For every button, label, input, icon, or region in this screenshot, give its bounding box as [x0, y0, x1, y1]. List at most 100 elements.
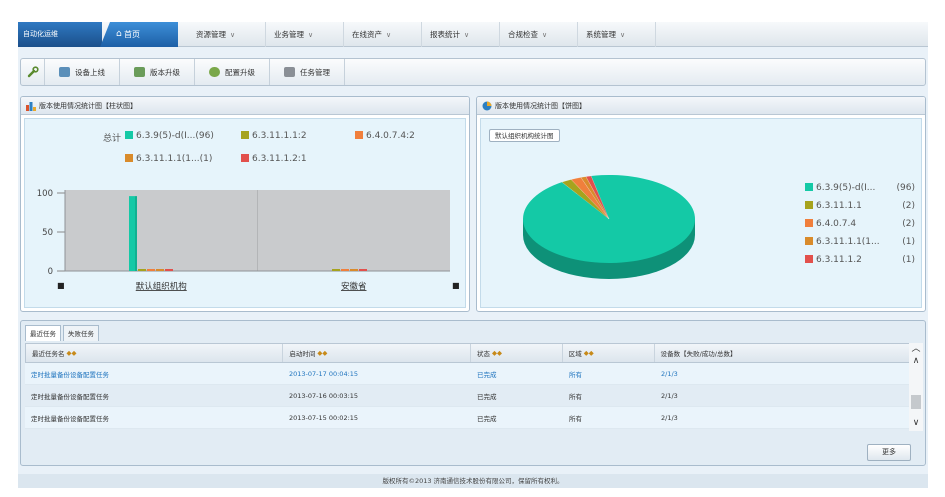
org-chart-button[interactable]: 默认组织机构统计图 — [489, 129, 560, 142]
task-management-button[interactable]: 任务管理 — [270, 59, 345, 85]
wrench-icon — [27, 66, 39, 78]
tab-recent-tasks[interactable]: 最近任务 — [25, 325, 61, 341]
bar-panel-header: 版本使用情况统计图【柱状图】 — [21, 97, 469, 115]
bar[interactable] — [332, 269, 340, 271]
scroll-thumb[interactable] — [911, 395, 921, 409]
pie-legend-item[interactable]: 6.3.11.1.1(1... (1) — [805, 237, 915, 255]
chevron-down-icon: ∨ — [308, 31, 314, 39]
task-device-count: 2/1/3 — [661, 369, 678, 378]
scroll-top-icon[interactable]: ︿ — [909, 343, 923, 355]
legend-count: (96) — [896, 183, 915, 193]
legend-item[interactable]: 6.3.11.1.2:1 — [241, 154, 307, 164]
top-navigation: 自动化运维 ⌂ 首页 资源管理 ∨ 业务管理 ∨ 在线资产 ∨ 报表统计 ∨ 合规检查 ∨… — [18, 22, 928, 47]
table-row[interactable]: 定时批量备份设备配置任务 2013-07-17 00:04:15 已完成 所有 … — [25, 363, 913, 385]
pie-legend-item[interactable]: 6.3.11.1.1 (2) — [805, 201, 915, 219]
menu-system[interactable]: 系统管理 ∨ — [578, 22, 656, 47]
menu-label: 资源管理 — [196, 30, 226, 39]
menu-compliance[interactable]: 合规检查 ∨ — [500, 22, 578, 47]
pie-legend-item[interactable]: 6.3.11.1.2 (1) — [805, 255, 915, 273]
pie-legend-item[interactable]: 6.3.9(5)-d(I... (96) — [805, 183, 915, 201]
menu-label: 业务管理 — [274, 30, 304, 39]
pie-chart-icon — [482, 101, 492, 111]
chart-nav-left[interactable]: ■ — [57, 281, 65, 290]
x-category-label[interactable]: 默认组织机构 — [136, 281, 187, 292]
tools-button[interactable] — [21, 59, 45, 85]
x-category-label[interactable]: 安徽省 — [341, 281, 367, 292]
task-time: 2013-07-15 00:02:15 — [289, 413, 359, 422]
button-label: 设备上线 — [75, 67, 105, 77]
button-label: 版本升级 — [150, 67, 180, 77]
legend-label: 6.3.11.1.1(1... — [816, 237, 880, 247]
task-time: 2013-07-17 00:04:15 — [289, 369, 359, 378]
menu-label: 报表统计 — [430, 30, 460, 39]
task-region: 所有 — [569, 414, 582, 423]
sort-icon: ◆◆ — [317, 349, 328, 357]
tasks-panel: 最近任务 失败任务 最近任务名 ◆◆ 启动时间 ◆◆ 状态 ◆◆ 区域 ◆◆ 设备数【失… — [20, 320, 926, 466]
more-button[interactable]: 更多 — [867, 444, 911, 461]
bar[interactable] — [156, 269, 164, 271]
bar-chart-panel: 版本使用情况统计图【柱状图】 总计 6.3.9(5)-d(I...(96) 6.… — [20, 96, 470, 312]
menu-online-assets[interactable]: 在线资产 ∨ — [344, 22, 422, 47]
y-tick-label: 50 — [42, 228, 53, 238]
bar[interactable] — [165, 269, 173, 271]
column-header-name[interactable]: 最近任务名 ◆◆ — [26, 344, 284, 362]
legend-item[interactable]: 6.4.0.7.4:2 — [355, 131, 415, 141]
legend-count: (2) — [902, 219, 915, 229]
bar[interactable] — [147, 269, 155, 271]
legend-swatch — [805, 255, 813, 263]
upgrade-icon — [134, 67, 145, 77]
task-status: 已完成 — [477, 370, 497, 379]
legend-label: 6.3.11.1.2 — [816, 255, 862, 265]
bar[interactable] — [350, 269, 358, 271]
legend-item[interactable]: 6.3.9(5)-d(I...(96) — [125, 131, 214, 141]
config-upgrade-button[interactable]: 配置升级 — [195, 59, 270, 85]
task-name-link[interactable]: 定时批量备份设备配置任务 — [25, 363, 283, 384]
menu-reports[interactable]: 报表统计 ∨ — [422, 22, 500, 47]
column-header-time[interactable]: 启动时间 ◆◆ — [283, 344, 471, 362]
table-scrollbar[interactable]: ︿ ∧ ∨ — [909, 343, 923, 431]
bar[interactable] — [359, 269, 367, 271]
legend-item[interactable]: 6.3.11.1.1(1...(1) — [125, 154, 212, 164]
legend-swatch — [805, 183, 813, 191]
bar-panel-body: 总计 6.3.9(5)-d(I...(96) 6.3.11.1.1:2 6.4.… — [24, 118, 466, 308]
menu-label: 合规检查 — [508, 30, 538, 39]
pie-legend-item[interactable]: 6.4.0.7.4 (2) — [805, 219, 915, 237]
chart-nav-right[interactable]: ■ — [452, 281, 460, 290]
tab-home[interactable]: ⌂ 首页 — [100, 22, 178, 47]
sort-icon: ◆◆ — [583, 349, 594, 357]
task-icon — [284, 67, 295, 77]
menu-resource[interactable]: 资源管理 ∨ — [188, 22, 266, 47]
task-name-link[interactable]: 定时批量备份设备配置任务 — [25, 385, 283, 406]
version-upgrade-button[interactable]: 版本升级 — [120, 59, 195, 85]
task-region: 所有 — [569, 392, 582, 401]
bar[interactable] — [341, 269, 349, 271]
scroll-up-icon[interactable]: ∧ — [909, 355, 923, 367]
legend-total-label: 总计 — [103, 134, 122, 144]
tab-failed-tasks[interactable]: 失败任务 — [63, 325, 99, 341]
chevron-down-icon: ∨ — [464, 31, 470, 39]
column-header-status[interactable]: 状态 ◆◆ — [471, 344, 563, 362]
bar-panel-title: 版本使用情况统计图【柱状图】 — [39, 102, 137, 110]
table-row[interactable]: 定时批量备份设备配置任务 2013-07-16 00:03:15 已完成 所有 … — [25, 385, 913, 407]
scroll-down-icon[interactable]: ∨ — [909, 417, 923, 429]
cloud-icon — [209, 67, 220, 77]
legend-label: 6.4.0.7.4 — [816, 219, 857, 229]
bar[interactable] — [138, 269, 146, 271]
column-header-region[interactable]: 区域 ◆◆ — [563, 344, 655, 362]
legend-swatch — [125, 154, 133, 162]
legend-item[interactable]: 6.3.11.1.1:2 — [241, 131, 307, 141]
menu-business[interactable]: 业务管理 ∨ — [266, 22, 344, 47]
chevron-down-icon: ∨ — [620, 31, 626, 39]
pie-legend: 6.3.9(5)-d(I... (96) 6.3.11.1.1 (2) 6.4.0.7.… — [805, 183, 915, 273]
sort-icon: ◆◆ — [66, 349, 77, 357]
legend-label: 6.3.11.1.1:2 — [252, 131, 307, 141]
task-tabs: 最近任务 失败任务 — [25, 325, 99, 341]
legend-count: (2) — [902, 201, 915, 211]
home-tab-label: 首页 — [124, 30, 140, 39]
task-name-link[interactable]: 定时批量备份设备配置任务 — [25, 407, 283, 428]
table-row[interactable]: 定时批量备份设备配置任务 2013-07-15 00:02:15 已完成 所有 … — [25, 407, 913, 429]
device-online-button[interactable]: 设备上线 — [45, 59, 120, 85]
column-header-devices[interactable]: 设备数【失败/成功/总数】 — [655, 344, 912, 362]
button-label: 配置升级 — [225, 67, 255, 77]
app-brand: 自动化运维 — [18, 22, 102, 47]
